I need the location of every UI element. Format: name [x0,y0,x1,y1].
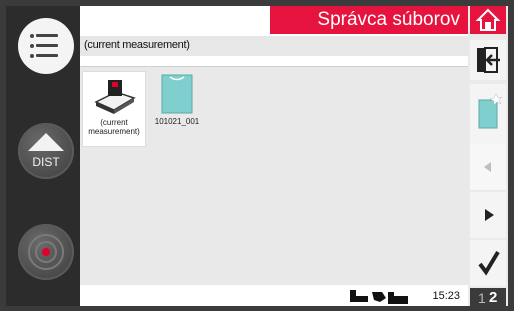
triangle-up-icon [28,133,64,151]
exit-button[interactable] [470,40,506,80]
page-1-label: 1 [478,290,486,306]
right-button-rail: 1 2 [468,6,508,306]
file-name: 101021_001 [154,117,200,126]
menu-dot [30,44,34,48]
home-icon [475,8,501,31]
triangle-right-icon [485,209,494,221]
path-bar: (current measurement) [80,36,468,56]
device-status-icons [350,290,408,304]
dist-button[interactable]: DIST [18,123,74,179]
menu-line [36,44,58,47]
exit-door-icon [477,47,500,73]
file-item-101021-001[interactable]: 101021_001 [146,71,208,145]
checkmark-icon [478,250,500,276]
new-file-button[interactable] [470,84,506,144]
file-list-area[interactable]: (current measurement) 101021_001 [80,66,468,285]
page-title: Správca súborov [317,9,460,30]
menu-line [36,34,58,37]
page-2-label: 2 [489,289,498,306]
measure-target-button[interactable] [18,224,74,280]
title-bar: Správca súborov [80,6,468,34]
app-frame: DIST Správca súborov (current measuremen… [0,0,514,311]
target-dot-icon [42,248,50,256]
dist-label: DIST [32,155,60,169]
confirm-button[interactable] [470,240,506,286]
left-button-rail: DIST [6,6,80,306]
clock: 15:23 [432,290,460,302]
triangle-left-icon [484,162,491,172]
title-banner: Správca súborov [270,6,468,34]
current-measurement-icon [94,80,136,114]
new-file-icon [478,93,503,129]
status-bar: 15:23 [80,286,468,306]
next-button[interactable] [470,192,506,238]
menu-button[interactable] [18,18,74,74]
menu-line [36,54,58,57]
menu-list-icon [30,34,34,38]
page-indicator[interactable]: 1 2 [470,288,506,306]
home-button[interactable] [470,6,506,34]
menu-dot [30,54,34,58]
file-folder-icon [161,74,193,114]
file-name: (current measurement) [88,118,140,136]
file-manager-panel: Správca súborov (current measurement) (c… [80,6,468,306]
previous-button[interactable] [470,144,506,190]
file-item-current-measurement[interactable]: (current measurement) [82,71,146,147]
current-path: (current measurement) [84,39,190,51]
